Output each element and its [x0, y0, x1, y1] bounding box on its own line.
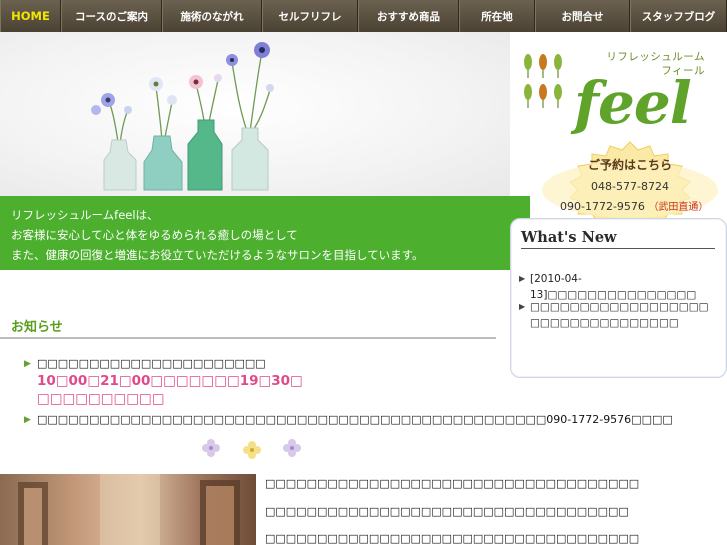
reservation-phone-2-number: 090-1772-9576 — [560, 200, 645, 213]
leaf-icon — [524, 54, 562, 108]
salon-description-line-3: □□□□□□□□□□□□□□□□□□□□□□□□□□□□□□□□□□□□ — [265, 532, 640, 545]
notice-item: ▶ □□□□□□□□□□□□□□□□□□□□□□ 10□00□21□00□□□□… — [24, 356, 303, 408]
arrow-right-icon: ▶ — [24, 415, 31, 425]
nav-self-reflexology[interactable]: セルフリフレ — [262, 0, 358, 32]
reservation-phone-2: 090-1772-9576 （武田直通） — [560, 198, 708, 213]
business-hours-note: □□□□□□□□□□ — [37, 391, 165, 407]
site-logo[interactable]: リフレッシュルーム フィール feel — [510, 32, 727, 144]
nav-location[interactable]: 所在地 — [459, 0, 535, 32]
whats-new-item-text: □□□□□□□□□□□□□□□□□□□□□□□□□□□□□□□□□ — [530, 301, 709, 329]
room-interior-image — [18, 474, 240, 545]
flower-vases-illustration — [91, 42, 274, 191]
reservation-contact-name: （武田直通） — [648, 202, 709, 213]
top-nav: HOME コースのご案内 施術のながれ セルフリフレ おすすめ商品 所在地 お問… — [0, 0, 727, 32]
nav-contact[interactable]: お問合せ — [535, 0, 630, 32]
notice-item: ▶ □□□□□□□□□□□□□□□□□□□□□□□□□□□□□□□□□□□□□□… — [24, 412, 673, 428]
reservation-phone-1: 048-577-8724 — [591, 180, 669, 193]
intro-line-3: また、健康の回復と増進にお役立ていただけるようなサロンを目指しています。 — [11, 248, 424, 262]
whats-new-title: What's New — [521, 229, 715, 249]
notice-heading: お知らせ — [11, 320, 63, 335]
nav-home[interactable]: HOME — [0, 0, 61, 32]
logo-subtitle-line1: リフレッシュルーム — [606, 51, 705, 63]
intro-line-2: お客様に安心して心と体をゆるめられる癒しの場として — [11, 228, 298, 242]
whats-new-item[interactable]: ▶ □□□□□□□□□□□□□□□□□□□□□□□□□□□□□□□□□ — [519, 299, 715, 331]
nav-treatment-flow[interactable]: 施術のながれ — [162, 0, 262, 32]
whats-new-panel: What's New ▶ [2010-04-13]□□□□□□□□□□□□□□□… — [510, 218, 727, 378]
salon-description-line-1: □□□□□□□□□□□□□□□□□□□□□□□□□□□□□□□□□□□□ — [265, 477, 640, 490]
notice-item-text: □□□□□□□□□□□□□□□□□□□□□□□□□□□□□□□□□□□□□□□□… — [37, 413, 673, 426]
logo-wordmark: feel — [574, 69, 692, 137]
nav-staff-blog[interactable]: スタッフブログ — [630, 0, 727, 32]
nav-recommended-products[interactable]: おすすめ商品 — [358, 0, 459, 32]
nav-courses[interactable]: コースのご案内 — [61, 0, 162, 32]
arrow-right-icon: ▶ — [519, 302, 526, 311]
flower-divider-icon — [202, 439, 301, 459]
hero-image — [0, 32, 510, 196]
reservation-badge[interactable]: ご予約はこちら 048-577-8724 090-1772-9576 （武田直通… — [540, 140, 720, 220]
salon-room-photo — [0, 474, 256, 545]
notice-item-text: □□□□□□□□□□□□□□□□□□□□□□ — [37, 357, 266, 370]
intro-band: リフレッシュルームfeelは、 お客様に安心して心と体をゆるめられる癒しの場とし… — [0, 196, 530, 270]
business-hours: 10□00□21□00□□□□□□□19□30□ — [37, 373, 303, 389]
intro-line-1: リフレッシュルームfeelは、 — [11, 208, 159, 222]
salon-description-line-2: □□□□□□□□□□□□□□□□□□□□□□□□□□□□□□□□□□□ — [265, 505, 629, 518]
notice-divider — [0, 337, 496, 339]
arrow-right-icon: ▶ — [24, 359, 31, 369]
reservation-title: ご予約はこちら — [587, 158, 672, 172]
